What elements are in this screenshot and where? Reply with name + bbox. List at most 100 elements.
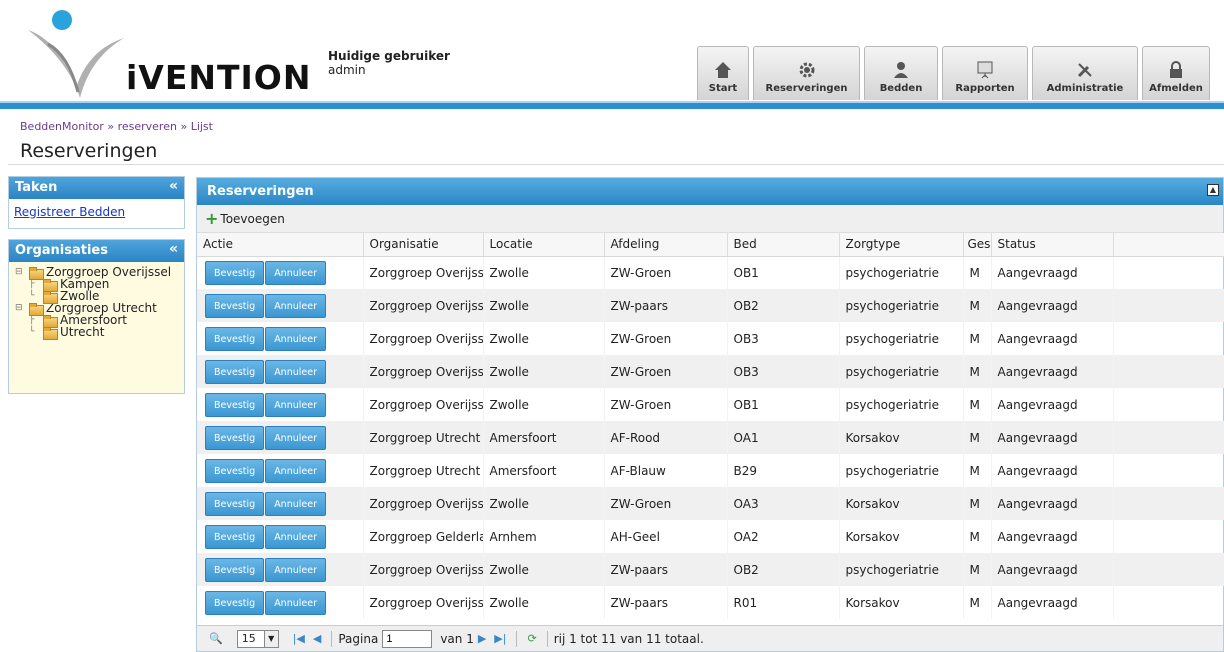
afdeling-cell: ZW-Groen [604, 487, 728, 520]
nav-rapporten[interactable]: Rapporten [942, 46, 1028, 100]
add-button[interactable]: + Toevoegen [205, 209, 285, 228]
confirm-button[interactable]: Bevestig [205, 557, 265, 582]
column-header[interactable]: Actie [197, 233, 364, 257]
confirm-button[interactable]: Bevestig [205, 590, 265, 615]
grid-title: Reserveringen [207, 184, 314, 199]
table-row[interactable]: Bevestig Annuleer Zorggroep Utrecht Amersfo… [197, 421, 1224, 454]
table-row[interactable]: Bevestig Annuleer Zorggroep Utrecht Amersfo… [197, 454, 1224, 487]
action-cell: Bevestig Annuleer [197, 322, 364, 355]
next-page-icon[interactable]: ▶ [478, 632, 486, 645]
column-header[interactable]: Organisatie [363, 233, 484, 257]
nav-afmelden[interactable]: Afmelden [1142, 46, 1210, 100]
column-header[interactable]: Status [991, 233, 1114, 257]
filler-cell [1113, 487, 1224, 520]
registreer-bedden-link[interactable]: Registreer Bedden [14, 205, 125, 219]
confirm-button[interactable]: Bevestig [205, 392, 265, 417]
first-page-icon[interactable]: |◀ [293, 632, 305, 645]
table-row[interactable]: Bevestig Annuleer Zorggroep Overijssel Zwol… [197, 553, 1224, 586]
locatie-cell: Zwolle [483, 487, 605, 520]
refresh-icon[interactable]: ⟳ [527, 632, 536, 645]
tree-node-utrecht[interactable]: └ Utrecht [15, 325, 178, 340]
collapse-icon[interactable]: « [169, 241, 178, 257]
breadcrumb-item[interactable]: Lijst [191, 120, 213, 133]
confirm-button[interactable]: Bevestig [205, 293, 265, 318]
collapse-icon[interactable]: « [169, 178, 178, 194]
cancel-button[interactable]: Annuleer [265, 557, 326, 582]
table-row[interactable]: Bevestig Annuleer Zorggroep Overijssel Zwol… [197, 586, 1224, 619]
zorgtype-cell: psychogeriatrie [839, 289, 964, 322]
table-row[interactable]: Bevestig Annuleer Zorggroep Overijssel Zwol… [197, 256, 1224, 289]
cancel-button[interactable]: Annuleer [265, 260, 326, 285]
confirm-button[interactable]: Bevestig [205, 425, 265, 450]
folder-icon [29, 266, 44, 280]
cancel-button[interactable]: Annuleer [265, 392, 326, 417]
table-row[interactable]: Bevestig Annuleer Zorggroep Overijssel Zwol… [197, 355, 1224, 388]
nav-bedden-label: Bedden [879, 83, 923, 94]
column-header[interactable]: Afdeling [604, 233, 728, 257]
confirm-button[interactable]: Bevestig [205, 524, 265, 549]
confirm-button[interactable]: Bevestig [205, 458, 265, 483]
locatie-cell: Zwolle [483, 322, 605, 355]
locatie-cell: Amersfoort [483, 421, 605, 454]
table-row[interactable]: Bevestig Annuleer Zorggroep Overijssel Zwol… [197, 289, 1224, 322]
nav-bedden[interactable]: Bedden [864, 46, 938, 100]
confirm-button[interactable]: Bevestig [205, 260, 265, 285]
page-number-input[interactable] [382, 629, 433, 648]
status-cell: Aangevraagd [991, 586, 1114, 619]
confirm-button[interactable]: Bevestig [205, 359, 265, 384]
nav-reserveringen[interactable]: Reserveringen [753, 46, 860, 100]
filler-cell [1113, 322, 1224, 355]
action-cell: Bevestig Annuleer [197, 454, 364, 487]
cancel-button[interactable]: Annuleer [265, 359, 326, 384]
presentation-icon [977, 61, 993, 79]
tree-expander-icon[interactable]: ⊟ [15, 266, 29, 278]
plus-icon: + [205, 209, 219, 228]
filler-cell [1113, 388, 1224, 421]
column-header[interactable]: Zorgtype [839, 233, 964, 257]
breadcrumb-item[interactable]: BeddenMonitor [20, 120, 104, 133]
table-row[interactable]: Bevestig Annuleer Zorggroep Overijssel Zwol… [197, 487, 1224, 520]
column-header[interactable]: Locatie [483, 233, 605, 257]
cancel-button[interactable]: Annuleer [265, 524, 326, 549]
zorgtype-cell: psychogeriatrie [839, 454, 964, 487]
tree-expander-icon[interactable]: ⊟ [15, 302, 29, 314]
table-row[interactable]: BevestigAnnuleerZorggroep GelderlandArnh… [197, 520, 1224, 553]
confirm-button[interactable]: Bevestig [205, 326, 265, 351]
status-cell: Aangevraagd [991, 355, 1114, 388]
last-page-icon[interactable]: ▶| [494, 632, 506, 645]
status-cell: Aangevraagd [991, 322, 1114, 355]
user-icon [894, 62, 908, 78]
afdeling-cell: AF-Rood [604, 421, 728, 454]
column-header[interactable]: Geslacht [963, 233, 992, 257]
filler-cell [1113, 586, 1224, 619]
cancel-button[interactable]: Annuleer [265, 491, 326, 516]
table-row[interactable]: Bevestig Annuleer Zorggroep Overijssel Zwol… [197, 388, 1224, 421]
cancel-button[interactable]: Annuleer [265, 293, 326, 318]
afdeling-cell: AF-Blauw [604, 454, 728, 487]
nav-administratie[interactable]: Administratie [1032, 46, 1138, 100]
cancel-button[interactable]: Annuleer [265, 326, 326, 351]
folder-icon [43, 278, 58, 292]
home-icon [715, 62, 731, 78]
page-size-select[interactable]: 15 ▼ [236, 629, 279, 648]
cancel-button[interactable]: Annuleer [265, 590, 326, 615]
maximize-icon[interactable]: ▲ [1207, 184, 1219, 196]
main-nav: Start Reserveringen Bedden Rapporten Adm… [697, 46, 1214, 100]
taken-panel: Taken « Registreer Bedden [8, 176, 185, 229]
cancel-button[interactable]: Annuleer [265, 425, 326, 450]
geslacht-cell: M [963, 586, 992, 619]
organisatie-cell: Zorggroep Overijssel [363, 553, 484, 586]
locatie-cell: Zwolle [483, 355, 605, 388]
column-header[interactable]: Bed [727, 233, 840, 257]
cancel-button[interactable]: Annuleer [265, 458, 326, 483]
status-cell: Aangevraagd [991, 421, 1114, 454]
confirm-button[interactable]: Bevestig [205, 491, 265, 516]
table-row[interactable]: Bevestig Annuleer Zorggroep Overijssel Zwol… [197, 322, 1224, 355]
prev-page-icon[interactable]: ◀ [313, 632, 321, 645]
app-header: iVENTION Huidige gebruiker admin Start R… [0, 0, 1224, 109]
bed-cell: OB2 [727, 289, 840, 322]
tree-node-label: Utrecht [60, 325, 105, 339]
search-icon[interactable]: 🔍 [209, 632, 223, 645]
nav-start[interactable]: Start [697, 46, 749, 100]
breadcrumb-item[interactable]: reserveren [118, 120, 177, 133]
